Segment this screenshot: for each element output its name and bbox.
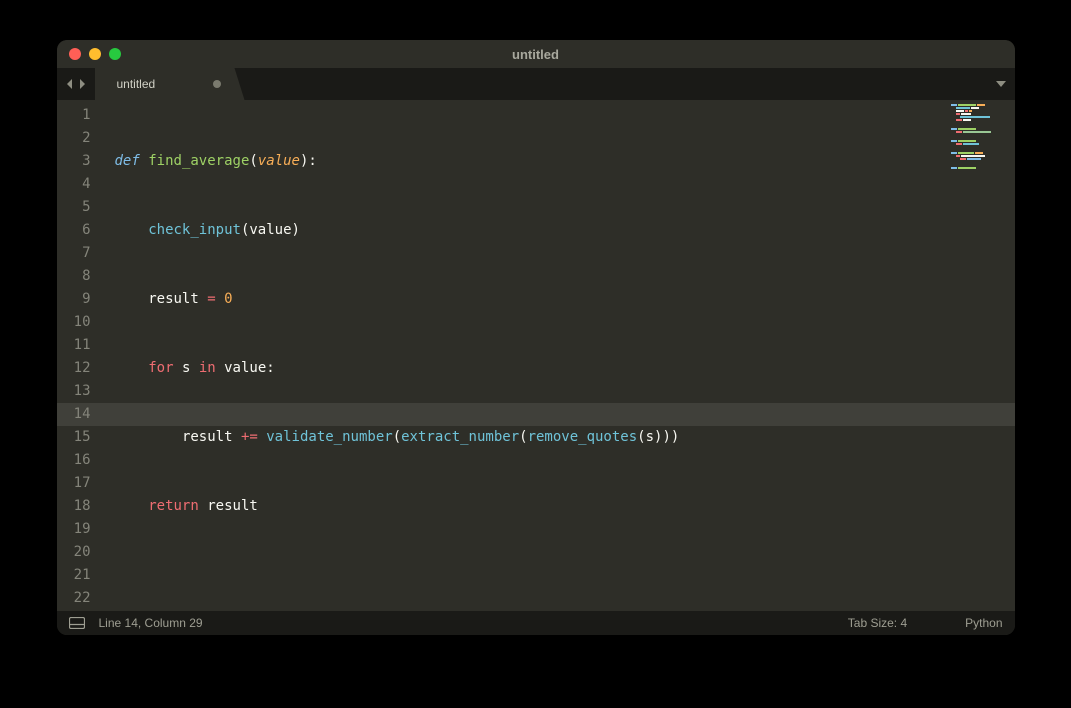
code-line[interactable]: for s in value: [115, 357, 945, 380]
line-number[interactable]: 15 [57, 426, 91, 449]
minimap[interactable] [945, 100, 1015, 611]
tab-label: untitled [117, 77, 156, 91]
line-number[interactable]: 2 [57, 127, 91, 150]
status-language[interactable]: Python [965, 616, 1002, 630]
editor-area[interactable]: 1 2 3 4 5 6 7 8 9 10 11 12 13 14 15 16 1… [57, 100, 1015, 611]
line-number[interactable]: 9 [57, 288, 91, 311]
line-number[interactable]: 7 [57, 242, 91, 265]
nav-forward-icon[interactable] [77, 75, 87, 94]
line-gutter[interactable]: 1 2 3 4 5 6 7 8 9 10 11 12 13 14 15 16 1… [57, 100, 103, 611]
tab-dirty-indicator-icon [213, 80, 221, 88]
status-position[interactable]: Line 14, Column 29 [99, 616, 203, 630]
line-number[interactable]: 22 [57, 587, 91, 610]
line-number[interactable]: 19 [57, 518, 91, 541]
line-number[interactable]: 14 [57, 403, 91, 426]
titlebar[interactable]: untitled [57, 40, 1015, 68]
status-tabsize[interactable]: Tab Size: 4 [848, 616, 907, 630]
code-line[interactable]: check_input(value) [115, 219, 945, 242]
line-number[interactable]: 21 [57, 564, 91, 587]
code-line[interactable] [115, 564, 945, 587]
line-number[interactable]: 20 [57, 541, 91, 564]
line-number[interactable]: 4 [57, 173, 91, 196]
tab-untitled[interactable]: untitled [95, 68, 245, 100]
line-number[interactable]: 10 [57, 311, 91, 334]
code-line[interactable]: def find_average(value): [115, 150, 945, 173]
line-number[interactable]: 8 [57, 265, 91, 288]
line-number[interactable]: 18 [57, 495, 91, 518]
editor-window: untitled untitled 1 2 3 4 5 6 7 8 9 10 1… [57, 40, 1015, 635]
code-line[interactable]: result += validate_number(extract_number… [115, 426, 945, 449]
line-number[interactable]: 16 [57, 449, 91, 472]
code-line[interactable]: result = 0 [115, 288, 945, 311]
window-title: untitled [57, 47, 1015, 62]
nav-back-icon[interactable] [65, 75, 75, 94]
line-number[interactable]: 13 [57, 380, 91, 403]
line-number[interactable]: 17 [57, 472, 91, 495]
code-area[interactable]: def find_average(value): check_input(val… [103, 100, 945, 611]
line-number[interactable]: 5 [57, 196, 91, 219]
code-line[interactable]: return result [115, 495, 945, 518]
nav-arrows [57, 68, 95, 100]
line-number[interactable]: 3 [57, 150, 91, 173]
tab-menu-icon[interactable] [987, 68, 1015, 100]
status-bar: Line 14, Column 29 Tab Size: 4 Python [57, 611, 1015, 635]
line-number[interactable]: 12 [57, 357, 91, 380]
line-number[interactable]: 11 [57, 334, 91, 357]
line-number[interactable]: 6 [57, 219, 91, 242]
panel-icon[interactable] [69, 617, 85, 629]
line-number[interactable]: 1 [57, 104, 91, 127]
tabbar: untitled [57, 68, 1015, 100]
